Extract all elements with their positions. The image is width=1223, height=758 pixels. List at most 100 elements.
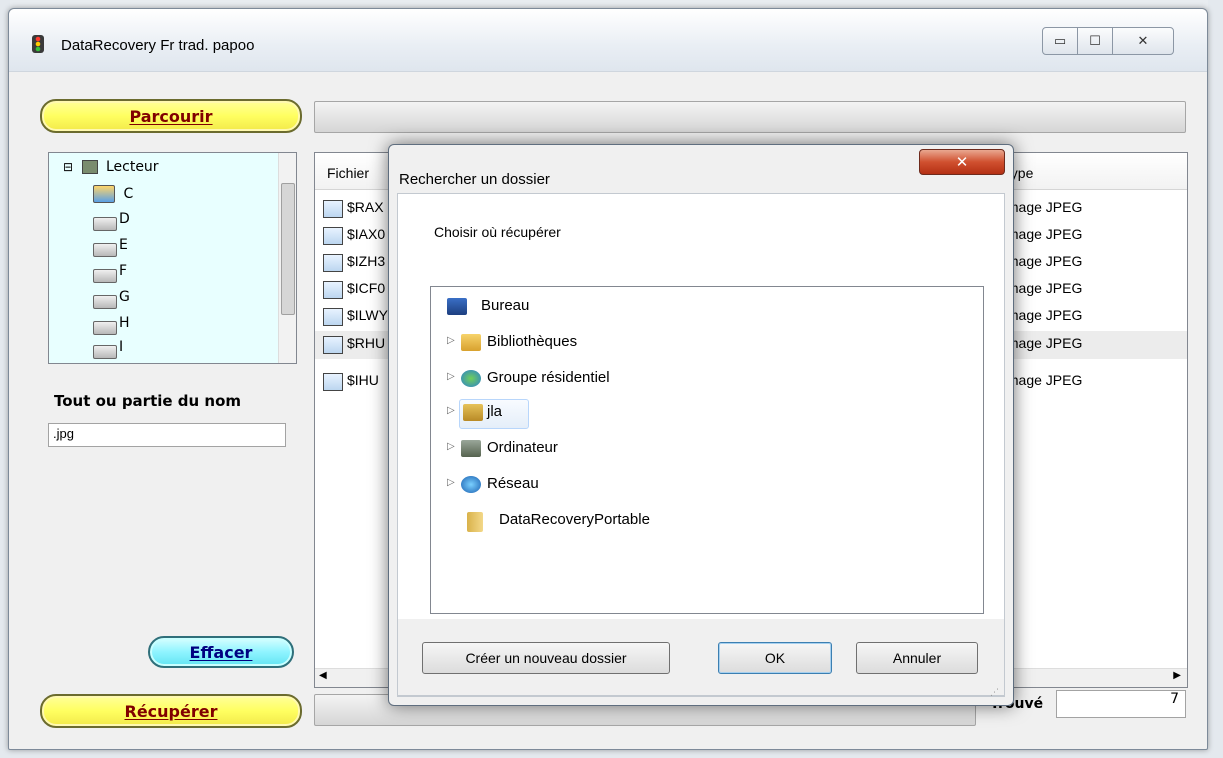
folder-item-groupe-residentiel[interactable]: ▷ Groupe résidentiel — [431, 365, 983, 393]
drive-tree-scrollbar[interactable] — [278, 153, 296, 363]
file-name: $RAX — [347, 199, 384, 215]
file-name: $IHU — [347, 372, 379, 388]
drive-label: G — [119, 289, 130, 305]
expand-icon[interactable]: ▷ — [447, 335, 455, 346]
maximize-button[interactable]: ☐ — [1077, 27, 1113, 55]
drive-item-g[interactable]: G — [93, 289, 130, 309]
maximize-icon: ☐ — [1089, 33, 1101, 49]
drive-label: C — [123, 186, 134, 202]
drive-icon — [93, 321, 117, 335]
drive-item-i[interactable]: I — [93, 339, 124, 359]
file-name: $ILWY — [347, 307, 388, 323]
image-file-icon — [323, 254, 343, 272]
drive-item-d[interactable]: D — [93, 211, 130, 231]
file-name: $IZH3 — [347, 253, 386, 269]
found-count-value: 7 — [1056, 690, 1186, 718]
desktop-icon — [447, 298, 467, 315]
drive-label: D — [119, 211, 130, 227]
ok-button[interactable]: OK — [718, 642, 832, 674]
drive-label: F — [119, 263, 128, 279]
folder-item-ordinateur[interactable]: ▷ Ordinateur — [431, 435, 983, 463]
dialog-close-button[interactable]: ✕ — [919, 149, 1005, 175]
drive-icon — [93, 217, 117, 231]
resize-grip-icon[interactable]: ⋰ — [990, 688, 999, 698]
browse-button[interactable]: Parcourir — [40, 99, 302, 133]
drive-icon — [93, 269, 117, 283]
folder-tree[interactable]: Bureau ▷ Bibliothèques ▷ Groupe résident… — [430, 286, 984, 614]
libraries-icon — [461, 334, 481, 351]
title-bar[interactable]: DataRecovery Fr trad. papoo ▭ ☐ ✕ — [9, 9, 1207, 72]
image-file-icon — [323, 336, 343, 354]
file-type: Image JPEG — [1003, 226, 1083, 242]
drive-label: I — [119, 339, 124, 355]
folder-label: jla — [487, 403, 503, 420]
file-type: Image JPEG — [1003, 280, 1083, 296]
expand-icon[interactable]: ▷ — [447, 405, 455, 416]
file-type: Image JPEG — [1003, 335, 1083, 351]
file-name: $ICF0 — [347, 280, 386, 296]
scroll-right-icon[interactable]: ▶ — [1173, 670, 1181, 681]
folder-item-bureau[interactable]: Bureau — [431, 293, 983, 321]
close-button[interactable]: ✕ — [1112, 27, 1174, 55]
homegroup-icon — [461, 370, 481, 387]
dialog-prompt: Choisir où récupérer — [434, 224, 561, 240]
scan-progress-bar — [314, 101, 1186, 133]
traffic-light-app-icon — [32, 35, 44, 53]
image-file-icon — [323, 281, 343, 299]
folder-item-jla[interactable]: ▷ jla — [431, 399, 983, 429]
computer-icon — [81, 160, 98, 174]
drive-label: H — [119, 315, 130, 331]
image-file-icon — [323, 373, 343, 391]
scroll-left-icon[interactable]: ◀ — [319, 670, 327, 681]
scroll-thumb[interactable] — [281, 183, 295, 315]
recover-button[interactable]: Récupérer — [40, 694, 302, 728]
cd-drive-icon — [93, 345, 117, 359]
file-type: Image JPEG — [1003, 253, 1083, 269]
system-drive-icon — [93, 185, 115, 203]
clear-button[interactable]: Effacer — [148, 636, 294, 668]
new-folder-button[interactable]: Créer un nouveau dossier — [422, 642, 670, 674]
folder-label: Groupe résidentiel — [487, 369, 610, 386]
minimize-button[interactable]: ▭ — [1042, 27, 1078, 55]
cancel-button[interactable]: Annuler — [856, 642, 978, 674]
tree-root-lecteur[interactable]: ⊟ Lecteur — [63, 159, 159, 175]
file-type: Image JPEG — [1003, 199, 1083, 215]
drive-item-e[interactable]: E — [93, 237, 128, 257]
file-name: $RHU — [347, 335, 386, 351]
drive-icon — [93, 243, 117, 257]
name-filter-input[interactable]: .jpg — [48, 423, 286, 447]
file-type: Image JPEG — [1003, 372, 1083, 388]
column-header-file[interactable]: Fichier — [327, 165, 369, 181]
collapse-icon: ⊟ — [63, 160, 74, 174]
expand-icon[interactable]: ▷ — [447, 371, 455, 382]
drive-item-h[interactable]: H — [93, 315, 130, 335]
window-title: DataRecovery Fr trad. papoo — [61, 37, 255, 54]
folder-item-bibliotheques[interactable]: ▷ Bibliothèques — [431, 329, 983, 357]
image-file-icon — [323, 200, 343, 218]
folder-label: Ordinateur — [487, 439, 558, 456]
folder-label: Réseau — [487, 475, 539, 492]
image-file-icon — [323, 308, 343, 326]
image-file-icon — [323, 227, 343, 245]
desktop-background-right — [1208, 0, 1223, 758]
folder-item-reseau[interactable]: ▷ Réseau — [431, 471, 983, 499]
user-folder-icon — [463, 404, 483, 421]
file-type: Image JPEG — [1003, 307, 1083, 323]
folder-label: Bibliothèques — [487, 333, 578, 350]
drive-tree[interactable]: ⊟ Lecteur C D E F G H I — [48, 152, 297, 364]
drive-item-c[interactable]: C — [93, 185, 133, 203]
close-icon: ✕ — [955, 153, 969, 171]
drive-item-f[interactable]: F — [93, 263, 128, 283]
expand-icon[interactable]: ▷ — [447, 477, 455, 488]
expand-icon[interactable]: ▷ — [447, 441, 455, 452]
drive-label: E — [119, 237, 128, 253]
computer-icon — [461, 440, 481, 457]
network-icon — [461, 476, 481, 493]
folder-item-datarecoveryportable[interactable]: DataRecoveryPortable — [431, 507, 983, 535]
folder-icon — [467, 512, 483, 532]
dialog-title: Rechercher un dossier — [399, 171, 550, 188]
minimize-icon: ▭ — [1053, 33, 1067, 49]
drive-icon — [93, 295, 117, 309]
close-icon: ✕ — [1137, 33, 1149, 49]
tree-root-label: Lecteur — [105, 159, 159, 175]
